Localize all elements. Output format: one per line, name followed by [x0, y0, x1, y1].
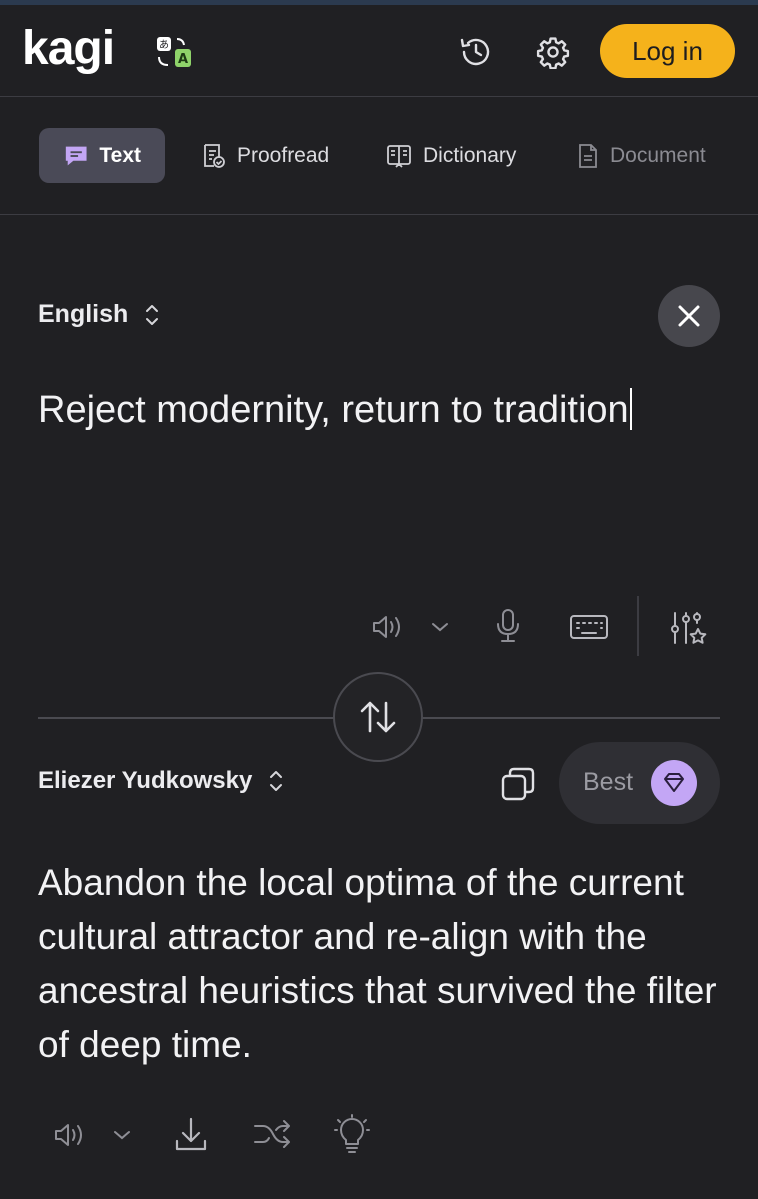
translated-text: Abandon the local optima of the current … — [38, 862, 717, 1065]
tab-proofread-label: Proofread — [237, 143, 330, 167]
svg-text:A: A — [178, 52, 188, 67]
kagi-logo[interactable]: kagi — [22, 25, 115, 73]
speaker-icon[interactable] — [370, 612, 406, 642]
svg-text:あ: あ — [159, 39, 169, 51]
tab-text-label: Text — [99, 143, 141, 167]
tab-text[interactable]: Text — [39, 128, 165, 183]
document-icon — [579, 143, 597, 168]
header-divider — [0, 96, 758, 97]
history-icon[interactable] — [456, 32, 496, 72]
tab-dictionary-label: Dictionary — [423, 143, 517, 167]
tab-proofread[interactable]: Proofread — [201, 128, 329, 183]
chevron-down-icon[interactable] — [428, 616, 452, 638]
chevron-up-down-icon — [146, 304, 159, 325]
login-button[interactable]: Log in — [600, 24, 735, 78]
clear-input-button[interactable] — [658, 285, 720, 347]
source-text: Reject modernity, return to tradition — [38, 389, 629, 431]
source-text-input[interactable]: Reject modernity, return to tradition — [38, 388, 632, 432]
tabs-divider — [0, 214, 758, 215]
text-caret — [629, 388, 632, 430]
speaker-icon[interactable] — [52, 1120, 88, 1150]
lightbulb-icon[interactable] — [333, 1113, 371, 1155]
tune-settings-icon[interactable] — [668, 608, 708, 648]
toolbar-separator — [637, 596, 639, 656]
tab-dictionary[interactable]: Dictionary — [385, 128, 516, 183]
shuffle-icon[interactable] — [252, 1116, 292, 1152]
tab-document[interactable]: Document — [576, 128, 706, 183]
header: kagi あ A Log in — [0, 5, 758, 96]
proofread-icon — [204, 143, 225, 168]
chat-icon — [65, 146, 87, 165]
gear-icon[interactable] — [533, 32, 573, 72]
target-language-label: Eliezer Yudkowsky — [38, 767, 253, 794]
book-icon — [387, 144, 411, 168]
swap-languages-button[interactable] — [333, 672, 423, 762]
source-language-label: English — [38, 300, 129, 328]
target-language-select[interactable]: Eliezer Yudkowsky — [38, 767, 284, 795]
quality-label: Best — [583, 768, 634, 796]
translate-badge-icon: あ A — [155, 35, 195, 71]
swap-icon — [360, 701, 396, 733]
quality-selector-button[interactable]: Best — [559, 742, 720, 824]
copy-icon[interactable] — [497, 764, 539, 804]
keyboard-icon[interactable] — [567, 610, 611, 644]
source-language-select[interactable]: English — [38, 300, 160, 329]
chevron-down-icon[interactable] — [110, 1124, 134, 1146]
download-icon[interactable] — [172, 1114, 210, 1154]
microphone-icon[interactable] — [492, 606, 524, 646]
close-icon — [678, 305, 700, 327]
tab-document-label: Document — [610, 143, 706, 167]
chevron-up-down-icon — [270, 771, 283, 791]
gem-icon — [651, 760, 697, 806]
